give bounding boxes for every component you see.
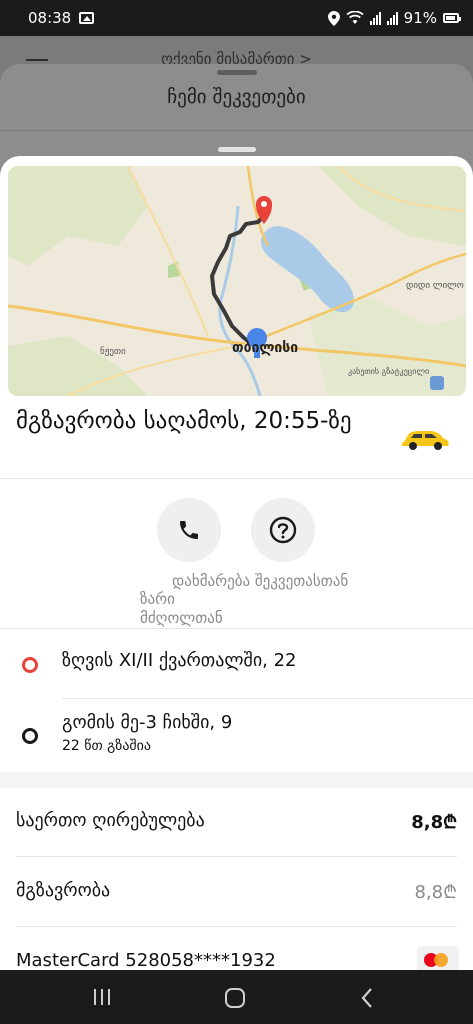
wifi-icon <box>346 11 364 24</box>
trip-detail-sheet: თბილისი ნჟეთი დიდი ლილო კახეთის გზატკეცი… <box>0 156 473 970</box>
to-address: გომის მე-3 ჩიხში, 9 <box>62 712 233 733</box>
start-point-icon <box>22 657 38 673</box>
sheet-handle <box>217 70 257 75</box>
phone-icon <box>180 521 198 539</box>
trip-title: მგზავრობა საღამოს, 20:55-ზე <box>16 408 352 434</box>
total-cost-value: 8,8₾ <box>411 812 457 833</box>
battery-icon <box>443 13 461 23</box>
clock: 08:38 <box>28 9 72 27</box>
help-icon <box>269 516 297 544</box>
signal-icon <box>369 11 381 25</box>
divider <box>16 926 457 927</box>
route-to-row[interactable]: გომის მე-3 ჩიხში, 9 22 წთ გზაშია <box>0 698 473 772</box>
map-label-city: თბილისი <box>232 340 298 356</box>
payment-card-row[interactable]: MasterCard 528058****1932 <box>16 950 457 970</box>
map-label-right-mid: კახეთის გზატკეცილი <box>348 366 429 376</box>
route-map[interactable]: თბილისი ნჟეთი დიდი ლილო კახეთის გზატკეცი… <box>8 166 466 396</box>
mastercard-icon <box>417 946 459 970</box>
home-button[interactable] <box>224 987 246 1009</box>
battery-percent: 91% <box>403 9 437 27</box>
status-bar: 08:38 91% <box>0 0 473 36</box>
system-nav-bar <box>0 970 473 1024</box>
signal-icon-2 <box>386 11 398 25</box>
airport-icon <box>430 376 444 390</box>
map-label-left-town: ნჟეთი <box>100 346 126 357</box>
call-driver-label: ზარი მძღოლთან <box>140 590 223 627</box>
taxi-car-icon <box>401 431 449 450</box>
route-from-row[interactable]: ზღვის XI/II ქვართალში, 22 <box>0 628 473 698</box>
detail-sheet-handle[interactable] <box>218 147 256 152</box>
ride-cost-label: მგზავრობა <box>16 880 111 901</box>
ride-cost-row: მგზავრობა 8,8₾ <box>16 880 457 904</box>
divider <box>16 856 457 857</box>
help-order-label: დახმარება შეკვეთასთან <box>172 572 349 590</box>
divider <box>0 130 473 131</box>
from-address: ზღვის XI/II ქვართალში, 22 <box>62 650 297 671</box>
gallery-icon <box>79 12 95 24</box>
orders-title: ჩემი შეკვეთები <box>167 86 306 108</box>
help-order-button[interactable] <box>251 498 315 562</box>
destination-point-icon <box>22 728 38 744</box>
payment-card-label: MasterCard 528058****1932 <box>16 950 276 970</box>
ride-cost-value: 8,8₾ <box>414 882 457 903</box>
total-cost-row: საერთო ღირებულება 8,8₾ <box>16 810 457 834</box>
location-icon <box>327 10 340 26</box>
section-gap <box>0 772 473 788</box>
eta-note: 22 წთ გზაშია <box>62 738 152 754</box>
recent-apps-button[interactable] <box>91 988 113 1006</box>
total-cost-label: საერთო ღირებულება <box>16 810 205 831</box>
back-button[interactable] <box>360 987 374 1009</box>
map-label-right-top: დიდი ლილო <box>406 281 464 291</box>
map-canvas: თბილისი ნჟეთი დიდი ლილო კახეთის გზატკეცი… <box>8 166 466 396</box>
call-driver-button[interactable] <box>157 498 221 562</box>
divider <box>0 478 473 479</box>
